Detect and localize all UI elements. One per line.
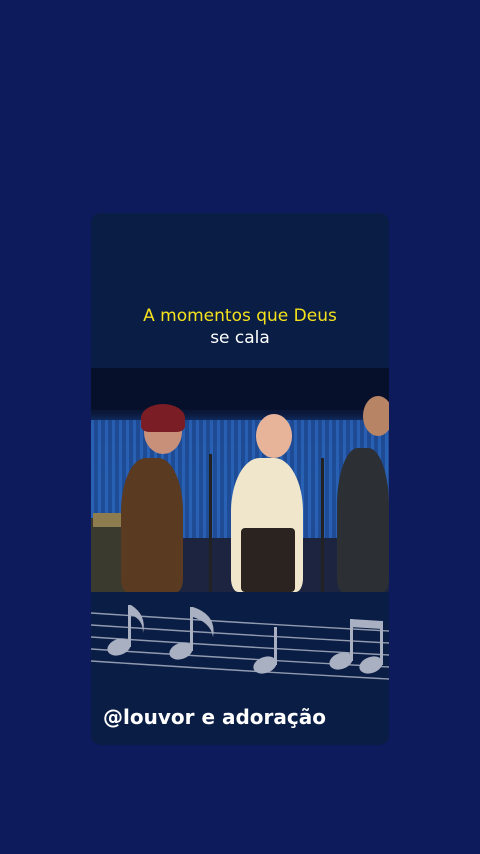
caption-line-1: A momentos que Deus	[143, 306, 337, 326]
stage-video-frame	[91, 368, 389, 592]
stage-ceiling	[91, 368, 389, 410]
music-notes-icon	[91, 605, 389, 680]
singer-right-head	[363, 396, 389, 436]
singer-center-skirt	[241, 528, 295, 592]
screen: { "caption": { "line1": "A momentos que …	[0, 0, 480, 854]
singer-right	[337, 448, 389, 592]
video-card[interactable]: A momentos que Deus se cala @louvor e ad…	[91, 213, 389, 745]
singer-center-head	[256, 414, 292, 458]
singer-left	[121, 458, 183, 592]
singer-left-hair	[141, 404, 185, 432]
microphone-stand-center	[321, 458, 324, 592]
caption: A momentos que Deus se cala	[91, 305, 389, 349]
microphone-stand-left	[209, 454, 212, 592]
caption-line-2: se cala	[210, 328, 270, 348]
channel-handle[interactable]: @louvor e adoração	[103, 705, 326, 729]
